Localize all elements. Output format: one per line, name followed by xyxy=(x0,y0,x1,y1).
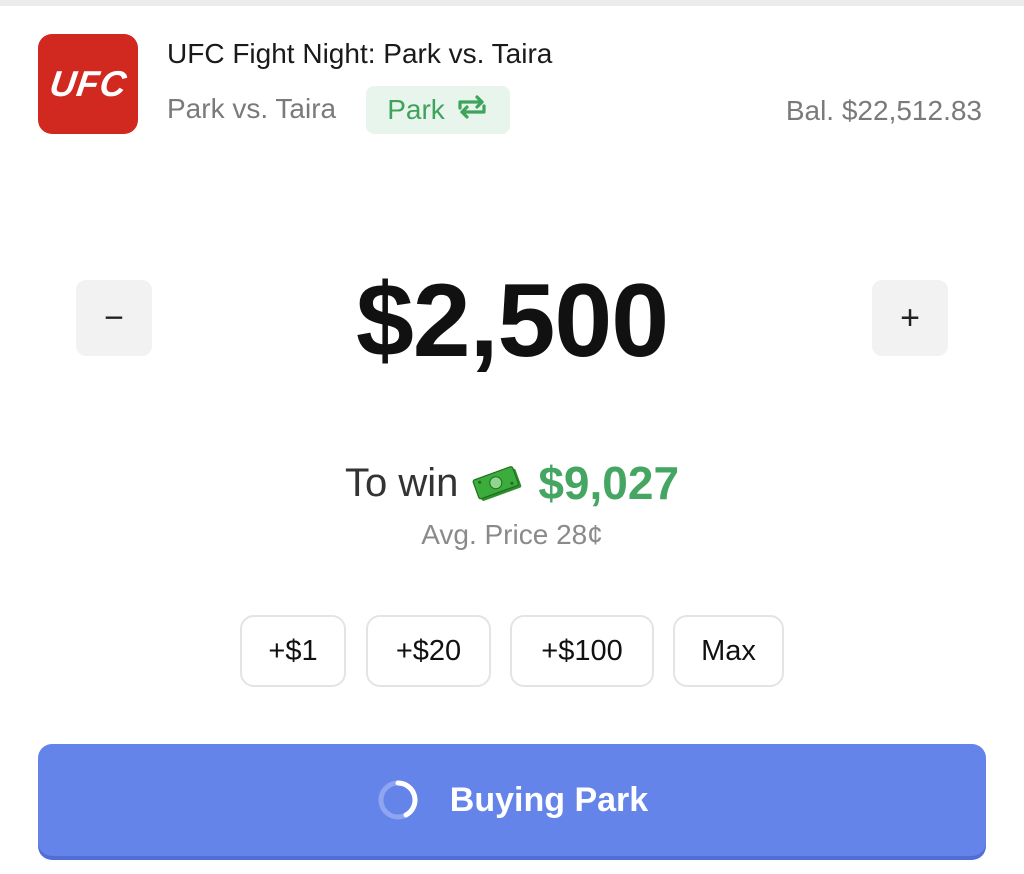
logo-text: UFC xyxy=(46,63,130,104)
pick-selector[interactable]: Park xyxy=(366,86,510,134)
avg-price: Avg. Price 28¢ xyxy=(421,519,603,550)
buy-button[interactable]: Buying Park xyxy=(38,744,986,856)
to-win-value: $9,027 xyxy=(538,457,680,509)
loading-spinner-icon xyxy=(376,778,420,822)
pick-label: Park xyxy=(387,94,445,125)
quick-add-100-button[interactable]: +$100 xyxy=(510,615,654,687)
event-title: UFC Fight Night: Park vs. Taira xyxy=(167,38,553,69)
top-divider xyxy=(0,0,1024,6)
increment-button[interactable]: + xyxy=(872,280,948,356)
money-icon xyxy=(472,463,524,503)
wager-amount[interactable]: $2,500 xyxy=(0,262,1024,381)
matchup-label: Park vs. Taira xyxy=(167,93,337,124)
max-button[interactable]: Max xyxy=(673,615,784,687)
ufc-logo: UFC xyxy=(38,34,138,134)
quick-add-1-button[interactable]: +$1 xyxy=(240,615,346,687)
trade-sheet: UFC UFC Fight Night: Park vs. Taira Park… xyxy=(0,0,1024,874)
quick-add-20-button[interactable]: +$20 xyxy=(366,615,491,687)
to-win-label: To win xyxy=(344,460,459,505)
balance-label: Bal. $22,512.83 xyxy=(785,95,982,126)
buy-button-label: Buying Park xyxy=(449,780,649,819)
swap-icon xyxy=(455,94,489,127)
to-win-row: To win $9,027 xyxy=(0,456,1024,510)
